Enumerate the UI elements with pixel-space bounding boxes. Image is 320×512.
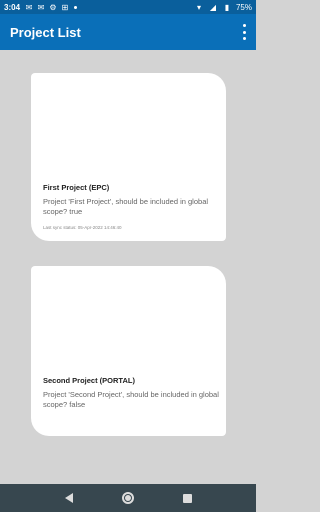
signal-icon: ◢ [209,2,217,12]
back-icon[interactable] [64,493,73,503]
project-description: Project 'Second Project', should be incl… [43,390,219,409]
gmail-icon: ✉ [25,2,33,12]
overflow-menu-icon[interactable] [240,24,248,40]
settings-icon: ⚙ [49,2,57,12]
project-card-first[interactable]: First Project (EPC) Project 'First Proje… [31,73,226,241]
status-bar: 3:04 ✉ ✉ ⚙ ⊞ ▾ ◢ ▮ 75% [0,0,256,14]
battery-percent: 75% [235,2,252,12]
page-title: Project List [10,24,81,40]
notification-dot-icon [74,5,78,9]
project-sync-status: Last sync status: 05-Apr-2022 14:46:40 [43,225,122,230]
status-time: 3:04 [4,2,21,12]
recents-icon[interactable] [182,493,192,503]
app-bar: Project List [0,14,256,50]
grid-icon: ⊞ [61,2,69,12]
mail-icon: ✉ [37,2,45,12]
project-title: First Project (EPC) [43,183,110,192]
battery-icon: ▮ [224,2,230,12]
wifi-icon: ▾ [196,2,201,12]
project-card-second[interactable]: Second Project (PORTAL) Project 'Second … [31,266,226,436]
nav-bar [0,484,256,512]
project-title: Second Project (PORTAL) [43,376,135,385]
home-icon[interactable] [121,492,134,504]
project-description: Project 'First Project', should be inclu… [43,197,209,216]
